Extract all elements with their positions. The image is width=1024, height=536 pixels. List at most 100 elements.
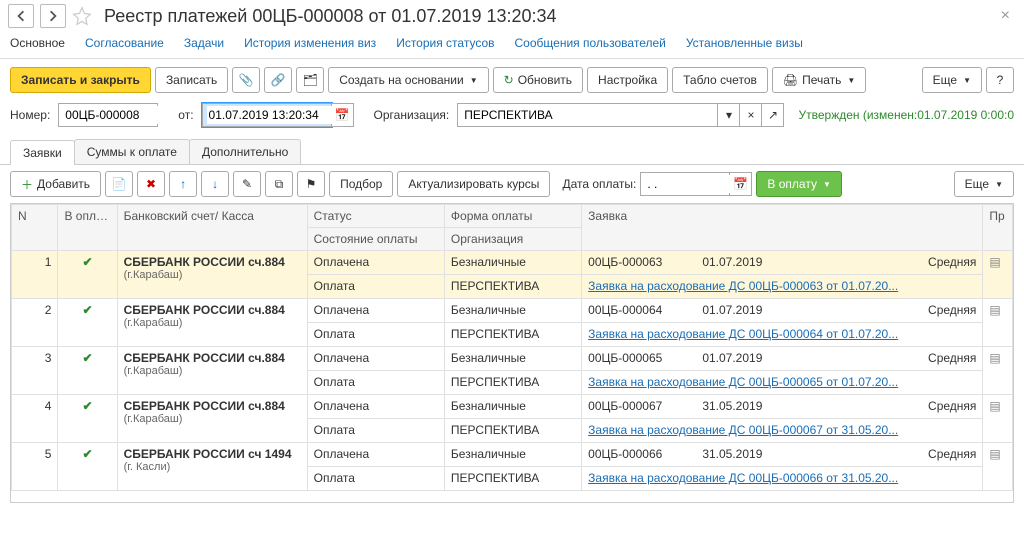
cell-org: ПЕРСПЕКТИВА	[444, 275, 581, 299]
cell-pr[interactable]: ▤	[983, 347, 1013, 395]
related-button[interactable]: 🔗	[264, 67, 292, 93]
cell-pay-state: Оплата	[307, 419, 444, 443]
save-close-button[interactable]: Записать и закрыть	[10, 67, 151, 93]
cell-org: ПЕРСПЕКТИВА	[444, 419, 581, 443]
cell-bank: СБЕРБАНК РОССИИ сч.884(г.Карабаш)	[117, 299, 307, 347]
cell-to-pay[interactable]: ✔	[58, 299, 117, 347]
col-request[interactable]: Заявка	[582, 205, 983, 251]
update-rates-button[interactable]: Актуализировать курсы	[397, 171, 550, 197]
tab-sums[interactable]: Суммы к оплате	[74, 139, 190, 164]
table-row[interactable]: 4✔СБЕРБАНК РОССИИ сч.884(г.Карабаш)Оплач…	[12, 395, 1013, 419]
navlink-visa-history[interactable]: История изменения виз	[244, 36, 376, 50]
close-button[interactable]: ×	[995, 7, 1016, 25]
col-n[interactable]: N	[12, 205, 58, 251]
cell-to-pay[interactable]: ✔	[58, 443, 117, 491]
org-clear-button[interactable]: ×	[740, 103, 762, 127]
cell-bank: СБЕРБАНК РОССИИ сч 1494(г. Касли)	[117, 443, 307, 491]
more-button[interactable]: Еще▼	[922, 67, 982, 93]
cell-org: ПЕРСПЕКТИВА	[444, 371, 581, 395]
cell-pr[interactable]: ▤	[983, 395, 1013, 443]
accounts-board-button[interactable]: Табло счетов	[672, 67, 768, 93]
number-field[interactable]	[58, 103, 158, 127]
table-row[interactable]: 2✔СБЕРБАНК РОССИИ сч.884(г.Карабаш)Оплач…	[12, 299, 1013, 323]
select-button[interactable]: Подбор	[329, 171, 393, 197]
tab-requests[interactable]: Заявки	[10, 140, 75, 165]
navlink-tasks[interactable]: Задачи	[184, 36, 224, 50]
pay-date-field[interactable]	[640, 172, 730, 196]
cell-to-pay[interactable]: ✔	[58, 395, 117, 443]
refresh-button[interactable]: ↻Обновить	[493, 67, 583, 93]
delete-row-button[interactable]: ✖	[137, 171, 165, 197]
arrow-up-icon: ↑	[180, 177, 186, 191]
cell-pr[interactable]: ▤	[983, 251, 1013, 299]
cell-to-pay[interactable]: ✔	[58, 347, 117, 395]
chevron-down-icon: ▼	[847, 76, 855, 85]
row-check-button[interactable]: ⚑	[297, 171, 325, 197]
copy-row-button[interactable]: 📄	[105, 171, 133, 197]
cell-request-link[interactable]: Заявка на расходование ДС 00ЦБ-000063 от…	[582, 275, 983, 299]
nav-forward-button[interactable]	[40, 4, 66, 28]
pay-date-picker[interactable]: 📅	[730, 172, 752, 196]
cell-pay-state: Оплата	[307, 323, 444, 347]
navlink-main[interactable]: Основное	[10, 36, 65, 50]
arrow-left-icon	[15, 10, 27, 22]
date-field[interactable]	[202, 103, 332, 127]
col-pay-state[interactable]: Состояние оплаты	[307, 228, 444, 251]
cell-pay-form: Безналичные	[444, 299, 581, 323]
col-org[interactable]: Организация	[444, 228, 581, 251]
table-row[interactable]: 3✔СБЕРБАНК РОССИИ сч.884(г.Карабаш)Оплач…	[12, 347, 1013, 371]
add-row-button[interactable]: ＋Добавить	[10, 171, 101, 197]
col-to-pay[interactable]: В оплату	[58, 205, 117, 251]
row-edit-button[interactable]: ✎	[233, 171, 261, 197]
date-picker-button[interactable]: 📅	[332, 103, 354, 127]
structure-button[interactable]: 🗂	[296, 67, 324, 93]
cell-to-pay[interactable]: ✔	[58, 251, 117, 299]
favorite-star-icon[interactable]	[72, 6, 92, 26]
nav-back-button[interactable]	[8, 4, 34, 28]
row-copy2-button[interactable]: ⧉	[265, 171, 293, 197]
cell-status: Оплачена	[307, 443, 444, 467]
col-pr[interactable]: Пр	[983, 205, 1013, 251]
col-bank[interactable]: Банковский счет/ Касса	[117, 205, 307, 251]
cell-pr[interactable]: ▤	[983, 443, 1013, 491]
cell-n: 2	[12, 299, 58, 347]
tab-extra[interactable]: Дополнительно	[189, 139, 301, 164]
move-up-button[interactable]: ↑	[169, 171, 197, 197]
org-dropdown-button[interactable]: ▾	[718, 103, 740, 127]
chevron-down-icon: ▾	[726, 108, 732, 122]
settings-button[interactable]: Настройка	[587, 67, 668, 93]
edit-icon: ✎	[242, 177, 252, 191]
requests-grid[interactable]: N В оплату Банковский счет/ Касса Статус…	[10, 203, 1014, 503]
sub-more-button[interactable]: Еще▼	[954, 171, 1014, 197]
cell-org: ПЕРСПЕКТИВА	[444, 323, 581, 347]
col-pay-form[interactable]: Форма оплаты	[444, 205, 581, 228]
attach-button[interactable]: 📎	[232, 67, 260, 93]
navlink-user-messages[interactable]: Сообщения пользователей	[515, 36, 666, 50]
table-row[interactable]: 1✔СБЕРБАНК РОССИИ сч.884(г.Карабаш)Оплач…	[12, 251, 1013, 275]
navlink-set-visas[interactable]: Установленные визы	[686, 36, 803, 50]
cell-org: ПЕРСПЕКТИВА	[444, 467, 581, 491]
help-button[interactable]: ?	[986, 67, 1014, 93]
cell-request-link[interactable]: Заявка на расходование ДС 00ЦБ-000065 от…	[582, 371, 983, 395]
cell-bank: СБЕРБАНК РОССИИ сч.884(г.Карабаш)	[117, 251, 307, 299]
print-button[interactable]: 🖨Печать▼	[772, 67, 866, 93]
cell-request-link[interactable]: Заявка на расходование ДС 00ЦБ-000066 от…	[582, 467, 983, 491]
cell-bank: СБЕРБАНК РОССИИ сч.884(г.Карабаш)	[117, 395, 307, 443]
cell-request-link[interactable]: Заявка на расходование ДС 00ЦБ-000067 от…	[582, 419, 983, 443]
pay-date-label: Дата оплаты:	[562, 177, 636, 191]
check-icon: ✔	[82, 351, 92, 365]
org-open-button[interactable]: ↗	[762, 103, 784, 127]
navlink-status-history[interactable]: История статусов	[396, 36, 494, 50]
cell-request-link[interactable]: Заявка на расходование ДС 00ЦБ-000064 от…	[582, 323, 983, 347]
save-button[interactable]: Записать	[155, 67, 228, 93]
create-based-button[interactable]: Создать на основании▼	[328, 67, 488, 93]
to-pay-button[interactable]: В оплату▼	[756, 171, 841, 197]
table-row[interactable]: 5✔СБЕРБАНК РОССИИ сч 1494(г. Касли)Оплач…	[12, 443, 1013, 467]
cell-status: Оплачена	[307, 347, 444, 371]
cell-pr[interactable]: ▤	[983, 299, 1013, 347]
navlink-approval[interactable]: Согласование	[85, 36, 164, 50]
move-down-button[interactable]: ↓	[201, 171, 229, 197]
cell-pay-form: Безналичные	[444, 443, 581, 467]
org-field[interactable]	[457, 103, 718, 127]
col-status[interactable]: Статус	[307, 205, 444, 228]
